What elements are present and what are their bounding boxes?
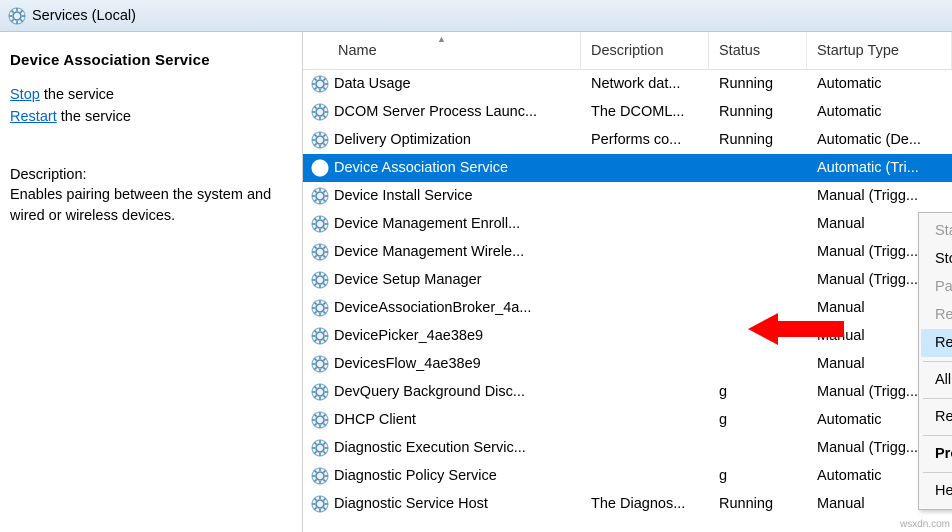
description-text: Enables pairing between the system and w… (10, 185, 292, 226)
service-row[interactable]: Data Usage Network dat...RunningAutomatic (303, 70, 952, 98)
details-pane: Device Association Service Stop the serv… (0, 32, 303, 532)
column-startup[interactable]: Startup Type (807, 32, 952, 69)
services-list: ▲Name Description Status Startup Type Da… (303, 32, 952, 532)
gear-icon (311, 355, 329, 373)
column-headers: ▲Name Description Status Startup Type (303, 32, 952, 70)
service-status: Running (709, 132, 807, 148)
ctx-help[interactable]: Help (921, 477, 952, 505)
ctx-restart[interactable]: Restart (921, 329, 952, 357)
watermark: wsxdn.com (900, 519, 950, 530)
service-desc: Performs co... (581, 132, 709, 148)
service-row[interactable]: DeviceAssociationBroker_4a...Manual (303, 294, 952, 322)
service-status: g (709, 468, 807, 484)
service-name: Device Install Service (334, 188, 473, 204)
separator (923, 435, 952, 436)
title-bar: Services (Local) (0, 0, 952, 32)
gear-icon (311, 495, 329, 513)
separator (923, 361, 952, 362)
service-name: Data Usage (334, 76, 411, 92)
service-name: Diagnostic Policy Service (334, 468, 497, 484)
service-row[interactable]: Device Install Service Manual (Trigg... (303, 182, 952, 210)
column-description[interactable]: Description (581, 32, 709, 69)
service-status: Running (709, 104, 807, 120)
service-row[interactable]: DHCP ClientgAutomatic (303, 406, 952, 434)
service-name: DevQuery Background Disc... (334, 384, 525, 400)
service-status: Running (709, 76, 807, 92)
gear-icon (311, 103, 329, 121)
gear-icon (311, 467, 329, 485)
restart-link[interactable]: Restart (10, 109, 57, 125)
ctx-refresh[interactable]: Refresh (921, 403, 952, 431)
services-icon (8, 7, 26, 25)
sort-arrow-icon: ▲ (437, 34, 446, 44)
ctx-start: Start (921, 217, 952, 245)
service-name: DHCP Client (334, 412, 416, 428)
service-row[interactable]: Delivery Optimization Performs co...Runni… (303, 126, 952, 154)
service-name: Diagnostic Execution Servic... (334, 440, 526, 456)
service-status: g (709, 384, 807, 400)
service-desc: Network dat... (581, 76, 709, 92)
column-name[interactable]: ▲Name (303, 32, 581, 69)
service-heading: Device Association Service (10, 52, 292, 69)
service-name: DevicesFlow_4ae38e9 (334, 356, 481, 372)
gear-icon (311, 243, 329, 261)
service-row[interactable]: DevQuery Background Disc...gManual (Trig… (303, 378, 952, 406)
service-name: DeviceAssociationBroker_4a... (334, 300, 531, 316)
separator (923, 472, 952, 473)
ctx-pause: Pause (921, 273, 952, 301)
service-startup: Automatic (807, 104, 952, 120)
ctx-properties[interactable]: Properties (921, 440, 952, 468)
service-startup: Automatic (807, 76, 952, 92)
service-row[interactable]: Device Association Service Automatic (Tri… (303, 154, 952, 182)
gear-icon (311, 187, 329, 205)
gear-icon (311, 383, 329, 401)
service-name: Diagnostic Service Host (334, 496, 488, 512)
service-name: DCOM Server Process Launc... (334, 104, 537, 120)
gear-icon (311, 327, 329, 345)
service-status: Running (709, 496, 807, 512)
service-name: Device Management Enroll... (334, 216, 520, 232)
service-name: Device Association Service (334, 160, 508, 176)
gear-icon (311, 299, 329, 317)
ctx-stop[interactable]: Stop (921, 245, 952, 273)
service-row[interactable]: Device Management Wirele...Manual (Trigg… (303, 238, 952, 266)
service-status: g (709, 412, 807, 428)
service-row[interactable]: DevicePicker_4ae38e9Manual (303, 322, 952, 350)
service-row[interactable]: Diagnostic Execution Servic...Manual (Tr… (303, 434, 952, 462)
service-row[interactable]: Diagnostic Service Host The Diagnos...Run… (303, 490, 952, 518)
gear-icon (311, 159, 329, 177)
service-startup: Automatic (Tri... (807, 160, 952, 176)
service-row[interactable]: DCOM Server Process Launc... The DCOML...… (303, 98, 952, 126)
gear-icon (311, 411, 329, 429)
service-name: Device Management Wirele... (334, 244, 524, 260)
column-status[interactable]: Status (709, 32, 807, 69)
service-row[interactable]: Device Management Enroll...Manual (303, 210, 952, 238)
gear-icon (311, 439, 329, 457)
service-startup: Automatic (De... (807, 132, 952, 148)
gear-icon (311, 131, 329, 149)
service-startup: Manual (Trigg... (807, 188, 952, 204)
window-title: Services (Local) (32, 8, 136, 24)
annotation-arrow (748, 309, 848, 349)
service-row[interactable]: Device Setup ManagerManual (Trigg... (303, 266, 952, 294)
service-row[interactable]: Diagnostic Policy ServicegAutomatic (303, 462, 952, 490)
ctx-all-tasks[interactable]: All Tasks▶ (921, 366, 952, 394)
service-name: Delivery Optimization (334, 132, 471, 148)
stop-link[interactable]: Stop (10, 87, 40, 103)
description-label: Description: (10, 165, 292, 185)
gear-icon (311, 215, 329, 233)
service-desc: The DCOML... (581, 104, 709, 120)
service-name: Device Setup Manager (334, 272, 482, 288)
service-desc: The Diagnos... (581, 496, 709, 512)
gear-icon (311, 271, 329, 289)
service-row[interactable]: DevicesFlow_4ae38e9Manual (303, 350, 952, 378)
ctx-resume: Resume (921, 301, 952, 329)
context-menu: Start Stop Pause Resume Restart All Task… (918, 212, 952, 510)
separator (923, 398, 952, 399)
gear-icon (311, 75, 329, 93)
service-name: DevicePicker_4ae38e9 (334, 328, 483, 344)
